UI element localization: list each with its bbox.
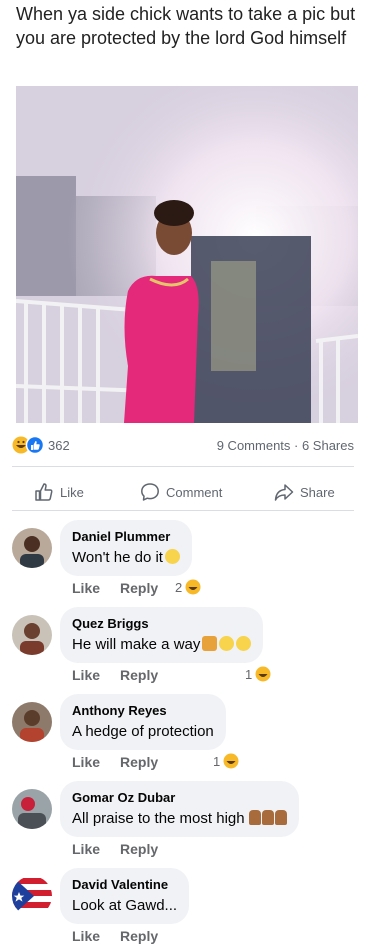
comment-text: Won't he do it	[72, 548, 180, 568]
comment-item: Gomar Oz Dubar All praise to the most hi…	[12, 781, 354, 863]
share-label: Share	[300, 484, 335, 500]
photo-illustration	[16, 86, 358, 423]
avatar[interactable]	[12, 615, 52, 655]
flag-avatar-icon	[12, 876, 52, 916]
comments-shares-count[interactable]: 9 Comments · 6 Shares	[217, 438, 354, 453]
comment-text: He will make a way	[72, 635, 252, 655]
comment-like-link[interactable]: Like	[72, 667, 100, 683]
like-button[interactable]: Like	[34, 480, 84, 504]
post-stats: 362 9 Comments · 6 Shares	[12, 435, 354, 456]
share-button[interactable]: Share	[274, 480, 335, 504]
raised-hands-emoji-icon	[261, 810, 274, 825]
avatar[interactable]	[12, 702, 52, 742]
comment-reaction-count[interactable]: 1	[245, 666, 271, 682]
comment-icon	[141, 483, 159, 501]
comment-label: Comment	[166, 484, 223, 500]
like-label: Like	[60, 484, 84, 500]
comment-meta: Like Reply	[72, 841, 158, 857]
comment-bubble[interactable]: Daniel Plummer Won't he do it	[60, 520, 192, 576]
comment-meta: Like Reply	[72, 667, 158, 683]
comment-reply-link[interactable]: Reply	[120, 580, 158, 596]
comment-text: All praise to the most high	[72, 809, 287, 829]
comment-reaction-count[interactable]: 1	[213, 753, 239, 769]
divider	[12, 510, 354, 511]
comment-author[interactable]: Anthony Reyes	[72, 702, 214, 720]
thumbs-up-icon	[35, 483, 53, 501]
comment-bubble[interactable]: Anthony Reyes A hedge of protection	[60, 694, 226, 750]
comment-button[interactable]: Comment	[140, 480, 222, 504]
comment-author[interactable]: David Valentine	[72, 876, 177, 894]
comment-text: Look at Gawd...	[72, 897, 178, 914]
comment-reaction-count[interactable]: 2	[175, 579, 201, 595]
avatar[interactable]	[12, 528, 52, 568]
smile-emoji-icon	[236, 636, 252, 651]
comment-reply-link[interactable]: Reply	[120, 841, 158, 857]
comment-author[interactable]: Daniel Plummer	[72, 528, 180, 546]
comment-meta: Like Reply	[72, 580, 158, 596]
reaction-count[interactable]: 362	[48, 438, 70, 453]
comment-like-link[interactable]: Like	[72, 754, 100, 770]
comment-item: Quez Briggs He will make a way Like Repl…	[12, 607, 354, 689]
haha-reaction-icon	[185, 579, 201, 595]
comment-reply-link[interactable]: Reply	[120, 667, 158, 683]
divider	[12, 466, 354, 467]
comment-bubble[interactable]: Gomar Oz Dubar All praise to the most hi…	[60, 781, 299, 837]
smile-emoji-icon	[219, 636, 235, 651]
comment-like-link[interactable]: Like	[72, 580, 100, 596]
raised-hands-emoji-icon	[274, 810, 287, 825]
avatar[interactable]	[12, 876, 52, 916]
post-photo[interactable]	[16, 86, 358, 423]
comment-author[interactable]: Quez Briggs	[72, 615, 251, 633]
comment-item: Anthony Reyes A hedge of protection Like…	[12, 694, 354, 776]
comment-reply-link[interactable]: Reply	[120, 928, 158, 944]
comment-like-link[interactable]: Like	[72, 841, 100, 857]
comment-bubble[interactable]: Quez Briggs He will make a way	[60, 607, 264, 663]
haha-reaction-icon	[255, 666, 271, 682]
share-icon	[274, 484, 294, 501]
comment-text: A hedge of protection	[72, 723, 214, 740]
pray-emoji-icon	[202, 636, 218, 651]
comment-reply-link[interactable]: Reply	[120, 754, 158, 770]
post-caption: When ya side chick wants to take a pic b…	[16, 4, 356, 48]
comment-item: David Valentine Look at Gawd... Like Rep…	[12, 868, 354, 947]
haha-reaction-icon	[223, 753, 239, 769]
comment-meta: Like Reply	[72, 754, 158, 770]
raised-hands-emoji-icon	[248, 810, 261, 825]
grin-emoji-icon	[164, 549, 180, 564]
comment-meta: Like Reply	[72, 928, 158, 944]
comment-item: Daniel Plummer Won't he do it Like Reply…	[12, 520, 354, 602]
comment-bubble[interactable]: David Valentine Look at Gawd...	[60, 868, 190, 924]
avatar[interactable]	[12, 789, 52, 829]
post-actions: Like Comment Share	[12, 476, 354, 506]
comment-like-link[interactable]: Like	[72, 928, 100, 944]
reaction-icons[interactable]	[12, 435, 46, 455]
comment-author[interactable]: Gomar Oz Dubar	[72, 789, 287, 807]
